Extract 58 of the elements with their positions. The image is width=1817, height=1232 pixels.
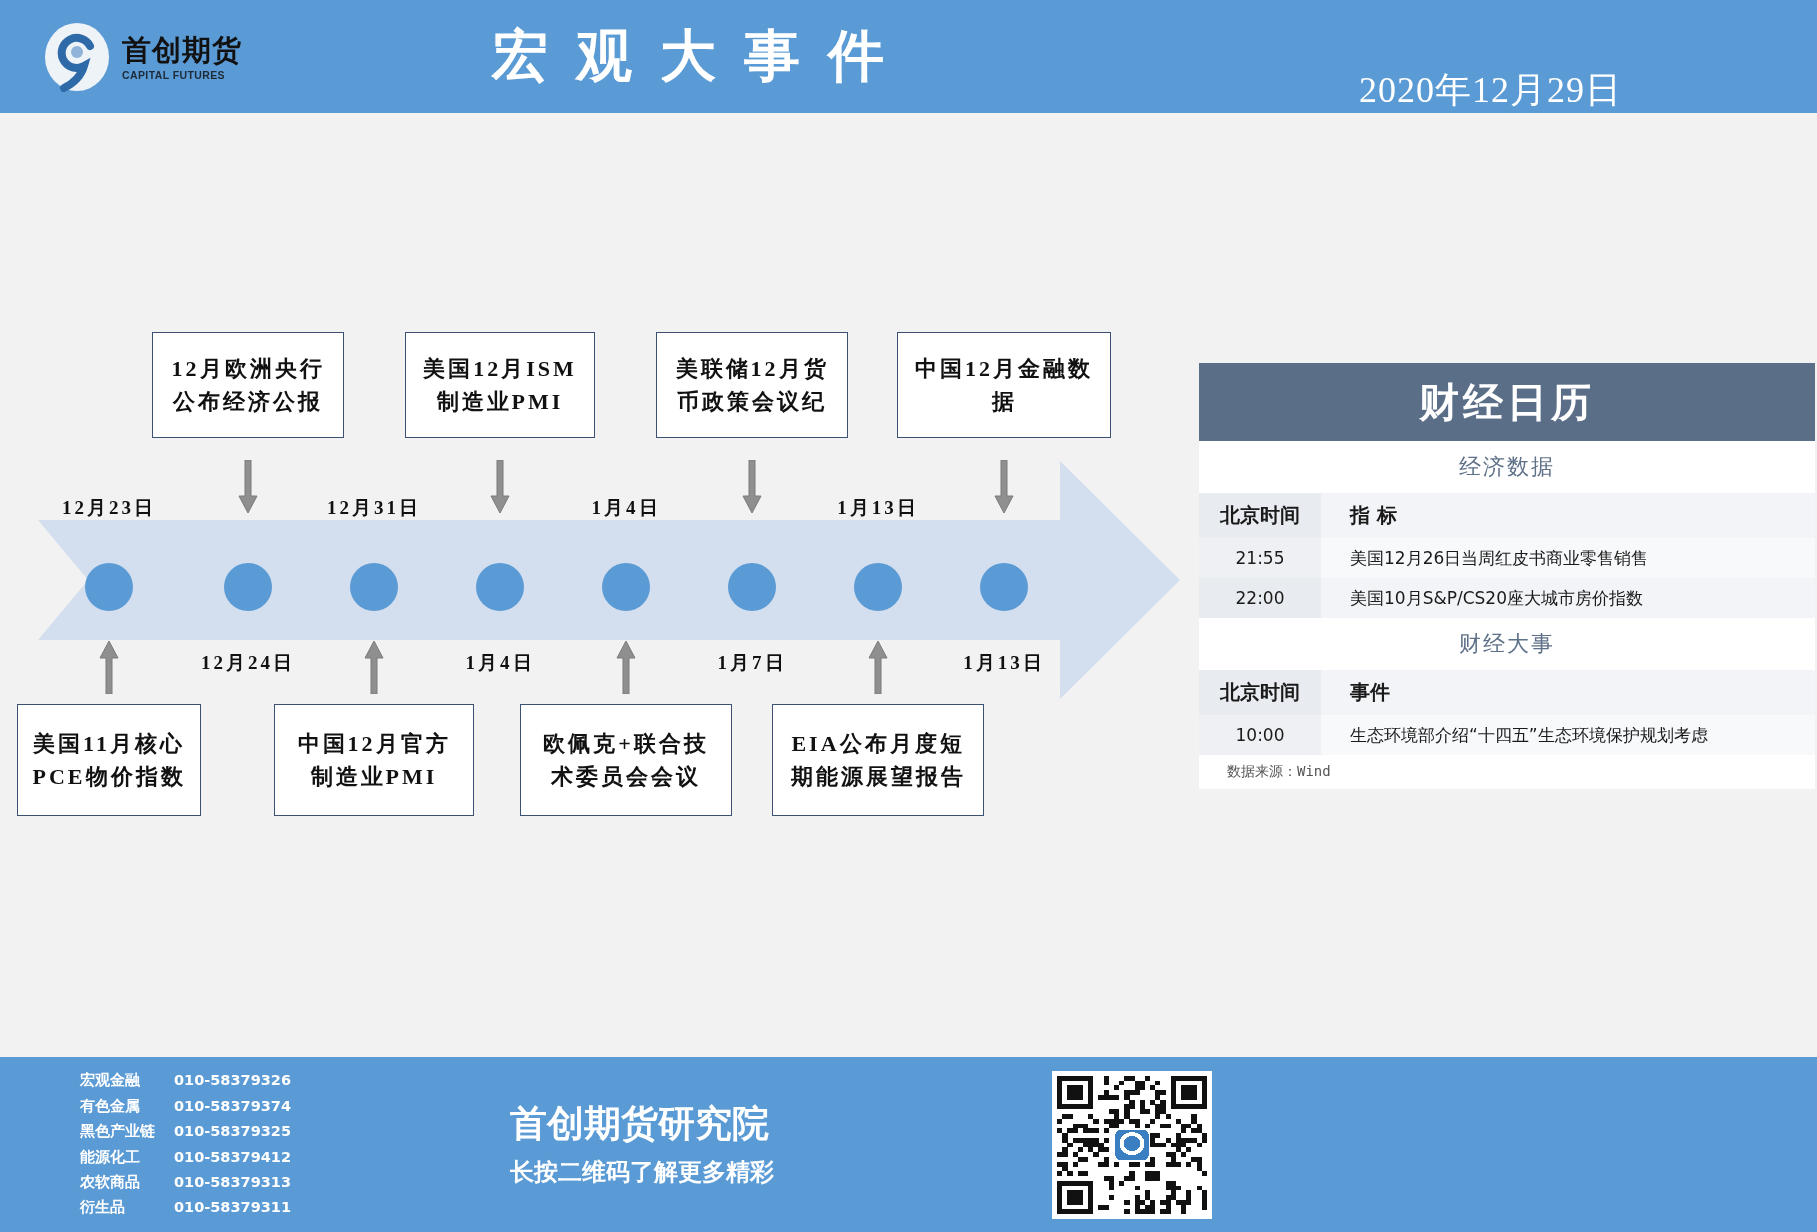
down-arrow-icon [490,460,510,514]
table-cell: 美国12月26日当周红皮书商业零售销售 [1321,538,1815,578]
data-source-note: 数据来源：Wind [1227,763,1331,781]
event-date: 1月4日 [591,497,661,520]
event-date: 12月31日 [327,497,421,520]
up-arrow-icon [364,640,384,694]
phone-number: 010-58379311 [174,1198,291,1218]
section-title: 财经大事 [1459,630,1555,658]
event-date: 12月23日 [62,497,156,520]
down-arrow-icon [238,460,258,514]
section-title: 经济数据 [1459,453,1555,481]
event-date: 1月4日 [465,652,535,675]
panel-title: 财经日历 [1199,363,1815,441]
swirl-logo-icon [44,21,110,92]
column-header: 指 标 [1321,493,1815,538]
event-card: EIA公布月度短期能源展望报告 [772,704,984,816]
department-label: 黑色产业链 [80,1122,155,1142]
table-cell: 10:00 [1199,715,1321,755]
column-header: 北京时间 [1199,670,1321,715]
event-date: 1月13日 [837,497,919,520]
up-arrow-icon [99,640,119,694]
qr-code-icon [1052,1070,1212,1219]
down-arrow-icon [742,460,762,514]
event-card: 美国12月ISM制造业PMI [405,332,595,438]
department-label: 宏观金融 [80,1071,140,1091]
brand-subtitle: CAPITAL FUTURES [122,68,226,81]
table-cell: 美国10月S&P/CS20座大城市房价指数 [1321,578,1815,618]
event-date: 1月7日 [717,652,787,675]
brand-name: 首创期货 [122,32,242,69]
event-card: 中国12月金融数据 [897,332,1111,438]
department-label: 衍生品 [80,1198,125,1218]
column-header: 北京时间 [1199,493,1321,538]
phone-number: 010-58379313 [174,1172,291,1192]
column-header: 事件 [1321,670,1815,715]
phone-number: 010-58379412 [174,1147,291,1167]
phone-number: 010-58379325 [174,1122,291,1142]
event-card: 美联储12月货币政策会议纪 [656,332,848,438]
department-label: 有色金属 [80,1096,140,1116]
event-date: 12月24日 [201,652,295,675]
event-card: 美国11月核心PCE物价指数 [17,704,201,816]
event-card: 欧佩克+联合技术委员会会议 [520,704,732,816]
event-card: 12月欧洲央行公布经济公报 [152,332,344,438]
report-date: 2020年12月29日 [1359,68,1622,112]
phone-number: 010-58379326 [174,1071,291,1091]
department-label: 农软商品 [80,1172,140,1192]
table-cell: 生态环境部介绍“十四五”生态环境保护规划考虑 [1321,715,1815,755]
footer-title: 首创期货研究院 [510,1101,769,1147]
table-cell: 22:00 [1199,578,1321,618]
page-title: 宏观大事件 [492,25,912,88]
phone-number: 010-58379374 [174,1096,291,1116]
table-cell: 21:55 [1199,538,1321,578]
down-arrow-icon [994,460,1014,514]
up-arrow-icon [616,640,636,694]
department-label: 能源化工 [80,1147,140,1167]
event-card: 中国12月官方制造业PMI [274,704,474,816]
footer-subtitle: 长按二维码了解更多精彩 [510,1158,774,1188]
event-date: 1月13日 [963,652,1045,675]
up-arrow-icon [868,640,888,694]
